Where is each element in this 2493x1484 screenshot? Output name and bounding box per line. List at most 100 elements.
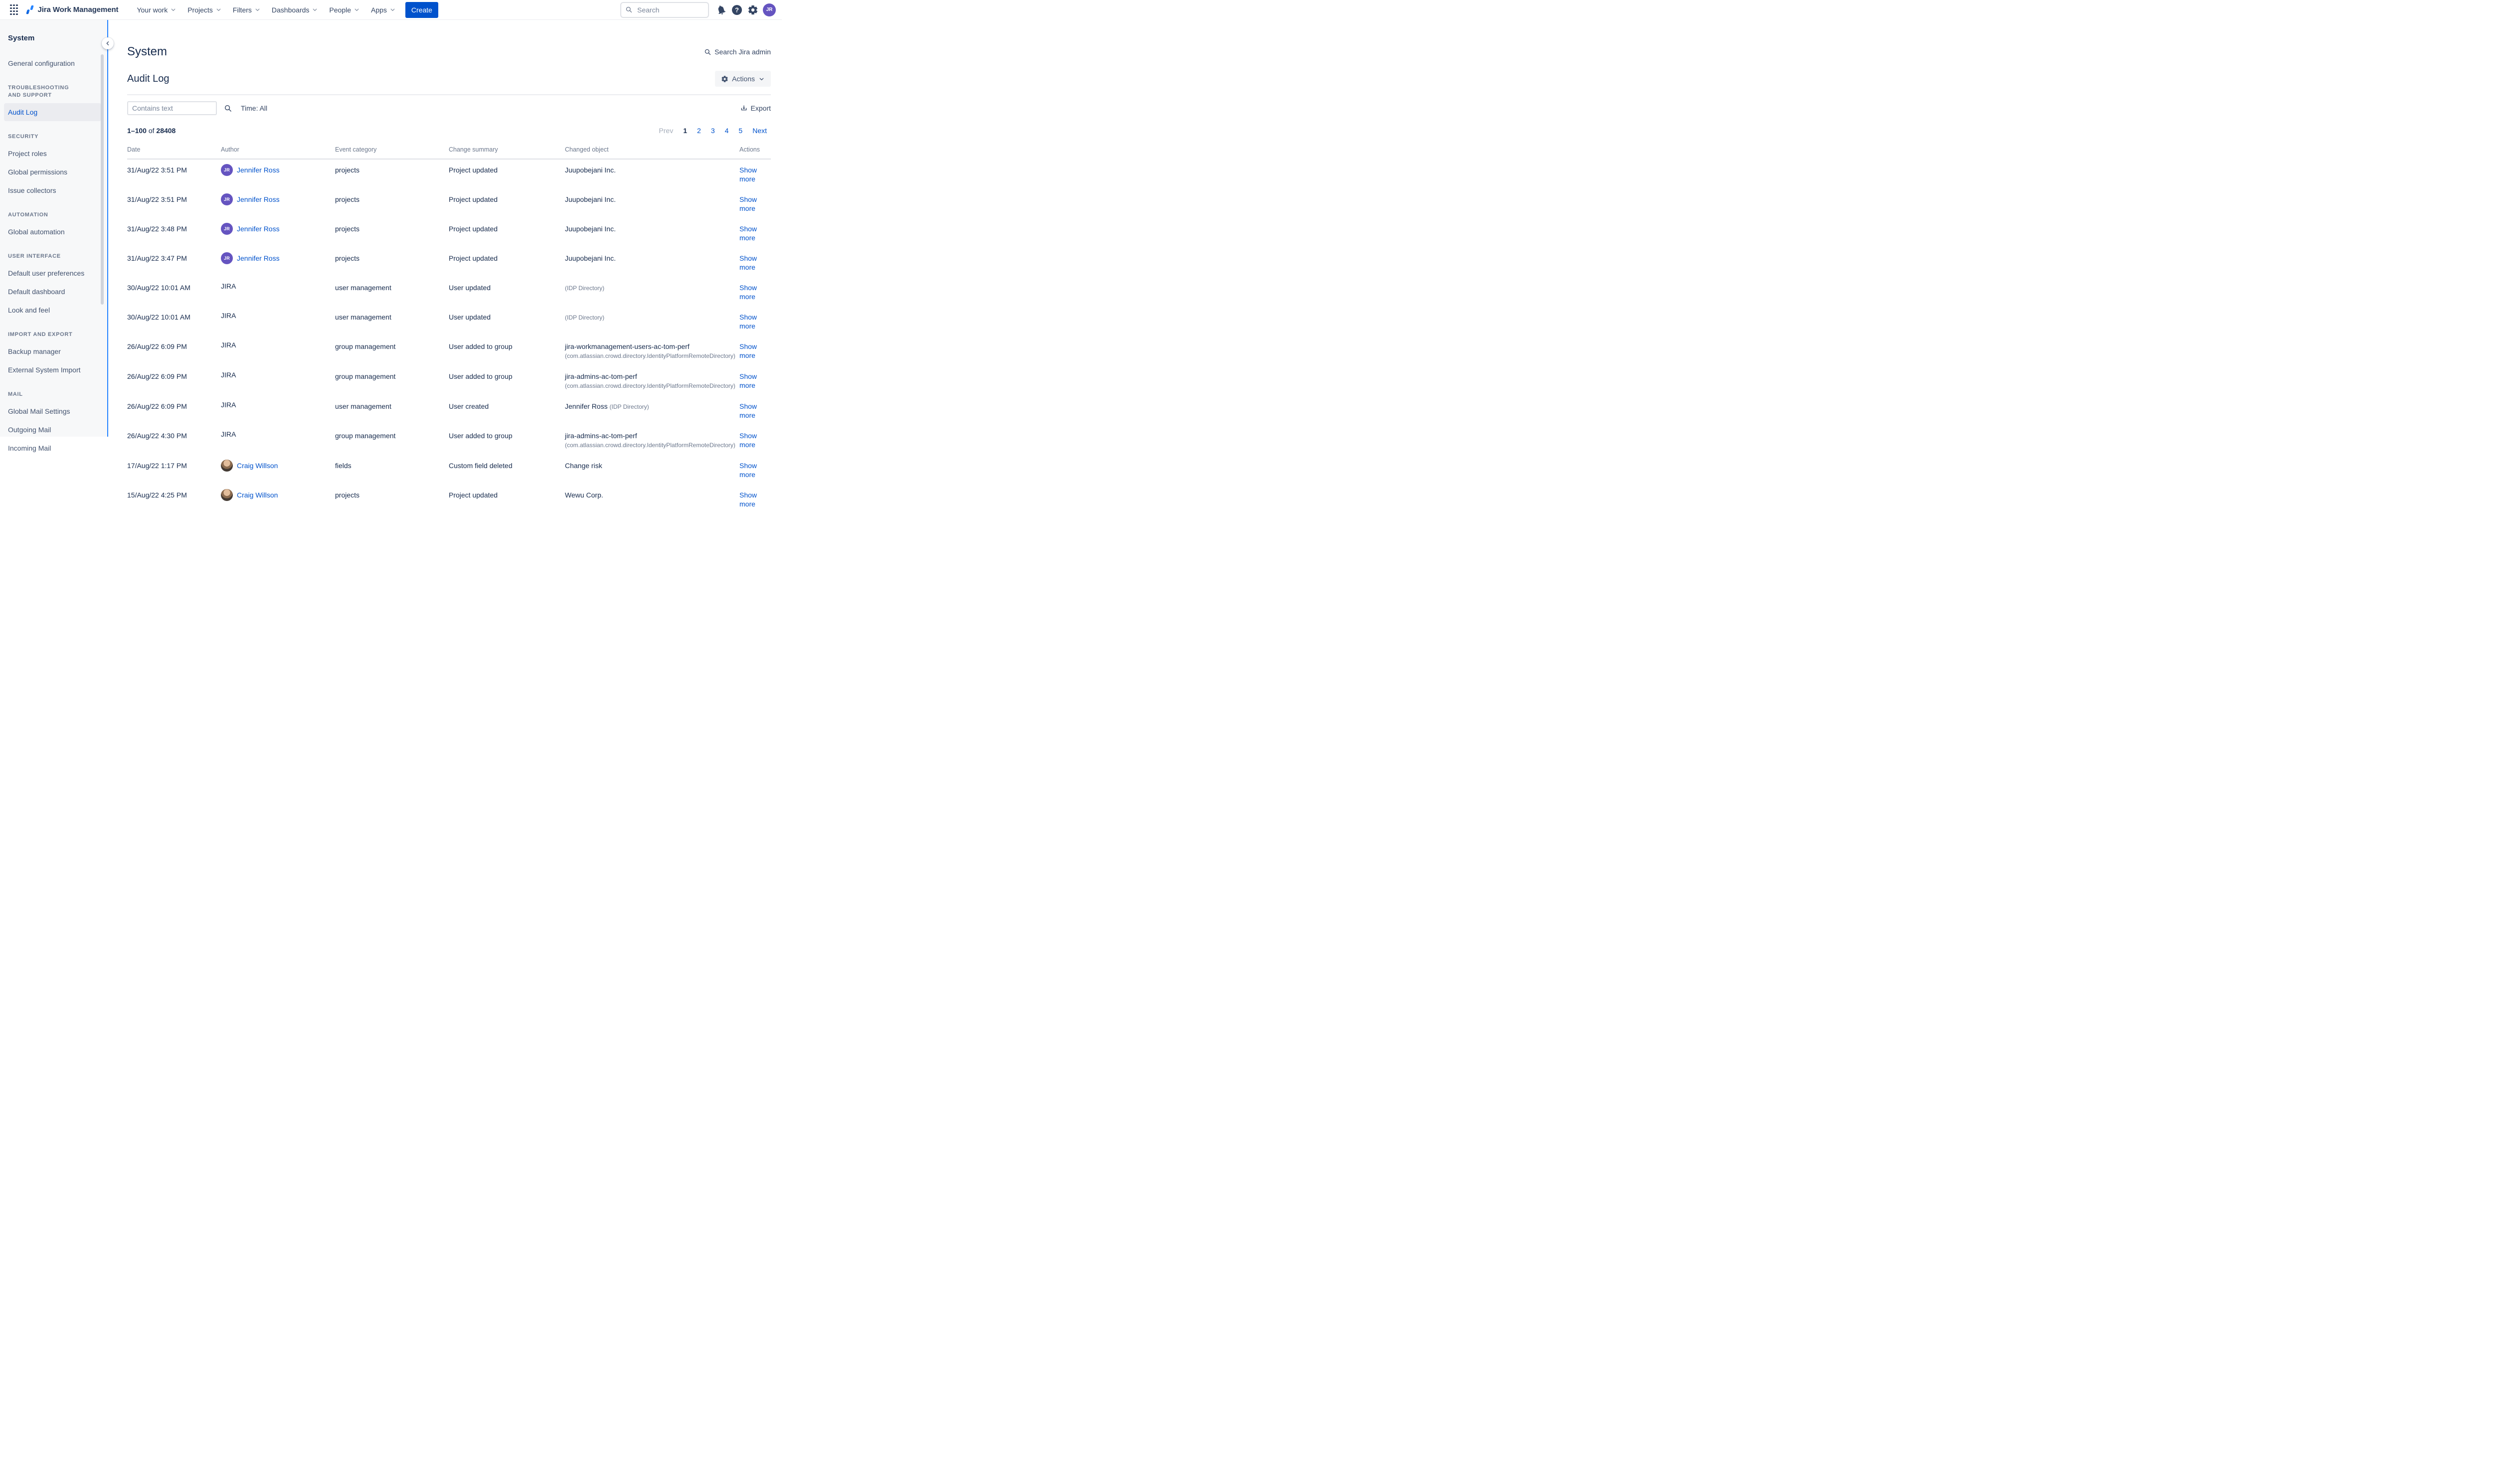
sidebar-item-default-dashboard[interactable]: Default dashboard <box>4 283 101 301</box>
show-more-link[interactable]: Show more <box>739 491 757 508</box>
contains-text-input[interactable] <box>127 101 217 115</box>
audit-date: 15/Aug/22 4:25 PM <box>127 491 221 499</box>
help-button[interactable]: ? <box>729 2 745 18</box>
settings-gear-icon[interactable] <box>745 2 761 18</box>
pagination-next[interactable]: Next <box>748 126 771 136</box>
global-search[interactable] <box>620 2 709 18</box>
export-link[interactable]: Export <box>740 104 771 112</box>
show-more-link[interactable]: Show more <box>739 462 757 479</box>
sidebar-item-external-system-import[interactable]: External System Import <box>4 361 101 379</box>
author-link[interactable]: Jennifer Ross <box>237 224 280 233</box>
author-cell: JIRA <box>221 431 335 439</box>
sidebar-item-issue-collectors[interactable]: Issue collectors <box>4 181 101 199</box>
filter-search-button[interactable] <box>224 104 232 113</box>
table-row: 31/Aug/22 3:51 PMJRJennifer Rossprojects… <box>127 189 771 218</box>
app-switcher-icon[interactable] <box>10 4 18 15</box>
show-more-link[interactable]: Show more <box>739 402 757 419</box>
column-header-author: Author <box>221 145 335 154</box>
audit-date: 30/Aug/22 10:01 AM <box>127 313 221 322</box>
nav-item-filters[interactable]: Filters <box>227 2 266 18</box>
author-avatar-photo <box>221 460 233 472</box>
author-avatar-initials: JR <box>221 193 233 205</box>
actions-cell: Show more <box>739 195 771 213</box>
sidebar-item-global-mail-settings[interactable]: Global Mail Settings <box>4 402 101 420</box>
change-summary-cell: User added to group <box>449 431 565 440</box>
sidebar-item-outgoing-mail[interactable]: Outgoing Mail <box>4 421 101 439</box>
pagination-page-4[interactable]: 4 <box>721 126 733 136</box>
sidebar-section-heading-import-and-export: IMPORT AND EXPORT <box>8 331 83 338</box>
nav-item-projects[interactable]: Projects <box>182 2 227 18</box>
event-category-cell: group management <box>335 372 449 381</box>
pagination-page-3[interactable]: 3 <box>707 126 719 136</box>
sidebar-item-project-roles[interactable]: Project roles <box>4 145 101 163</box>
search-input[interactable] <box>636 5 704 14</box>
nav-item-dashboards[interactable]: Dashboards <box>266 2 324 18</box>
pagination-page-5[interactable]: 5 <box>734 126 746 136</box>
show-more-link[interactable]: Show more <box>739 372 757 389</box>
chevron-down-icon <box>758 76 765 82</box>
author-link[interactable]: Craig Willson <box>237 461 278 470</box>
pagination-page-2[interactable]: 2 <box>693 126 705 136</box>
change-summary-cell: Project updated <box>449 254 565 263</box>
sidebar-item-general-configuration[interactable]: General configuration <box>4 54 101 72</box>
show-more-link[interactable]: Show more <box>739 195 757 212</box>
sidebar-item-look-and-feel[interactable]: Look and feel <box>4 301 101 319</box>
show-more-link[interactable]: Show more <box>739 225 757 242</box>
sidebar-item-audit-log[interactable]: Audit Log <box>4 103 101 121</box>
show-more-link[interactable]: Show more <box>739 166 757 183</box>
admin-sidebar: System General configurationTROUBLESHOOT… <box>0 20 108 437</box>
show-more-link[interactable]: Show more <box>739 342 757 359</box>
nav-item-apps[interactable]: Apps <box>365 2 401 18</box>
notifications-button[interactable] <box>713 2 729 18</box>
chevron-down-icon <box>354 6 360 13</box>
table-row: 26/Aug/22 6:09 PMJIRAgroup managementUse… <box>127 336 771 366</box>
audit-date: 31/Aug/22 3:47 PM <box>127 254 221 263</box>
author-link[interactable]: Jennifer Ross <box>237 195 280 204</box>
changed-object-name: Juupobejani Inc. <box>565 195 616 203</box>
user-avatar[interactable]: JR <box>763 3 776 16</box>
search-jira-admin-link[interactable]: Search Jira admin <box>704 48 771 56</box>
author-cell: JIRA <box>221 402 335 409</box>
create-button[interactable]: Create <box>405 2 438 18</box>
audit-date: 30/Aug/22 10:01 AM <box>127 283 221 292</box>
sidebar-item-global-automation[interactable]: Global automation <box>4 223 101 241</box>
jira-home-link[interactable]: Jira Work Management <box>24 4 119 15</box>
show-more-link[interactable]: Show more <box>739 284 757 301</box>
event-category-cell: user management <box>335 313 449 322</box>
nav-item-your-work[interactable]: Your work <box>131 2 182 18</box>
author-name: JIRA <box>221 311 236 320</box>
change-summary-cell: Project updated <box>449 491 565 499</box>
changed-object-name: jira-admins-ac-tom-perf <box>565 432 637 440</box>
changed-object-cell: (IDP Directory) <box>565 313 739 322</box>
sidebar-section-heading-user-interface: USER INTERFACE <box>8 253 83 260</box>
author-link[interactable]: Jennifer Ross <box>237 254 280 263</box>
event-category-cell: projects <box>335 491 449 499</box>
pagination-prev: Prev <box>655 126 677 136</box>
nav-item-label: Apps <box>371 6 387 14</box>
sidebar-section-heading-troubleshooting-and-support: TROUBLESHOOTING AND SUPPORT <box>8 84 83 99</box>
author-cell: JR Jennifer Ross <box>221 195 335 205</box>
sidebar-item-incoming-mail[interactable]: Incoming Mail <box>4 439 101 457</box>
author-link[interactable]: Craig Willson <box>237 491 278 499</box>
actions-button[interactable]: Actions <box>715 71 771 87</box>
table-row: 31/Aug/22 3:47 PMJRJennifer Rossprojects… <box>127 248 771 277</box>
nav-item-label: Your work <box>137 6 168 14</box>
sidebar-item-backup-manager[interactable]: Backup manager <box>4 342 101 360</box>
actions-cell: Show more <box>739 431 771 449</box>
top-navigation-bar: Jira Work Management Your work ProjectsFi… <box>0 0 782 20</box>
pagination-page-1: 1 <box>679 126 691 136</box>
show-more-link[interactable]: Show more <box>739 432 757 449</box>
sidebar-collapse-button[interactable] <box>102 37 114 49</box>
show-more-link[interactable]: Show more <box>739 313 757 330</box>
time-filter[interactable]: Time: All <box>241 104 267 112</box>
sidebar-scrollbar[interactable] <box>101 54 104 305</box>
sidebar-item-default-user-preferences[interactable]: Default user preferences <box>4 264 101 282</box>
author-link[interactable]: Jennifer Ross <box>237 165 280 174</box>
nav-item-people[interactable]: People <box>324 2 365 18</box>
show-more-link[interactable]: Show more <box>739 254 757 271</box>
change-summary-cell: User added to group <box>449 342 565 351</box>
product-name: Jira Work Management <box>38 5 119 14</box>
sidebar-item-global-permissions[interactable]: Global permissions <box>4 163 101 181</box>
event-category-cell: group management <box>335 431 449 440</box>
changed-object-cell: Juupobejani Inc. <box>565 224 739 233</box>
